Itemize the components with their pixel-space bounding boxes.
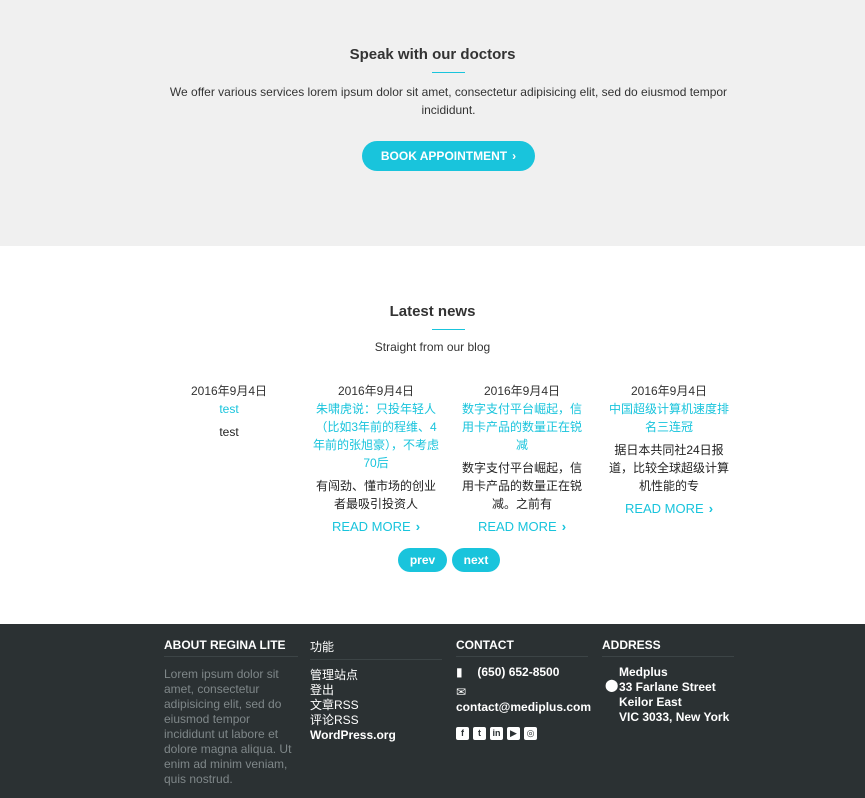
post-date: 2016年9月4日: [483, 384, 561, 398]
title-underline: [432, 329, 465, 330]
map-pin-icon: ⬤: [605, 678, 619, 692]
read-more-label: READ MORE: [477, 519, 557, 534]
footer-about: ABOUT REGINA LITE Lorem ipsum dolor sit …: [164, 638, 298, 787]
functions-links: 管理站点 登出 文章RSS 评论RSS WordPress.org: [310, 668, 442, 743]
youtube-icon[interactable]: ▶: [507, 727, 520, 740]
address-line: 33 Farlane Street: [619, 680, 716, 694]
prev-button[interactable]: prev: [398, 548, 447, 572]
contact-phone-row: ▮ (650) 652-8500: [456, 665, 588, 680]
footer-link-manage-site[interactable]: 管理站点: [310, 668, 442, 683]
read-more-label: READ MORE: [331, 519, 411, 534]
post-excerpt: 有闯劲、懂市场的创业者最吸引投资人: [315, 479, 436, 511]
footer-link-wordpress[interactable]: WordPress.org: [310, 728, 442, 743]
next-button[interactable]: next: [452, 548, 500, 572]
news-post: 2016年9月4日 中国超级计算机速度排名三连冠 据日本共同社24日报道，比较全…: [605, 382, 733, 518]
chevron-right-icon: ›: [415, 519, 421, 534]
post-date: 2016年9月4日: [337, 384, 415, 398]
chevron-right-icon: ›: [512, 149, 517, 163]
footer-heading: CONTACT: [456, 638, 588, 657]
footer-address: ADDRESS ⬤ Medplus 33 Farlane Street Keil…: [602, 638, 734, 725]
instagram-icon[interactable]: ◎: [524, 727, 537, 740]
post-excerpt: 据日本共同社24日报道，比较全球超级计算机性能的专: [608, 443, 729, 493]
contact-phone: (650) 652-8500: [477, 665, 560, 679]
footer-contact: CONTACT ▮ (650) 652-8500 ✉ contact@medip…: [456, 638, 591, 741]
chevron-right-icon: ›: [561, 519, 567, 534]
section-title: Latest news: [389, 303, 476, 320]
post-excerpt: 数字支付平台崛起，信用卡产品的数量正在锐减。之前有: [461, 461, 582, 511]
read-more-link[interactable]: READ MORE ›: [458, 518, 586, 536]
read-more-link[interactable]: READ MORE ›: [312, 518, 440, 536]
post-date: 2016年9月4日: [630, 384, 708, 398]
footer-link-comments-rss[interactable]: 评论RSS: [310, 713, 442, 728]
news-post: 2016年9月4日 test test: [165, 382, 293, 441]
linkedin-icon[interactable]: in: [490, 727, 503, 740]
read-more-label: READ MORE: [624, 501, 704, 516]
social-links: f t in ▶ ◎: [456, 723, 588, 741]
twitter-icon[interactable]: t: [473, 727, 486, 740]
post-title-link[interactable]: 中国超级计算机速度排名三连冠: [605, 400, 733, 436]
book-appointment-button[interactable]: BOOK APPOINTMENT ›: [362, 141, 535, 171]
footer-heading: 功能: [310, 638, 442, 660]
post-date: 2016年9月4日: [190, 384, 268, 398]
post-title-link[interactable]: test: [165, 400, 293, 418]
footer-heading: ADDRESS: [602, 638, 734, 657]
footer-functions: 功能 管理站点 登出 文章RSS 评论RSS WordPress.org: [310, 638, 442, 743]
post-title-link[interactable]: 朱啸虎说：只投年轻人（比如3年前的程维、4年前的张旭豪），不考虑70后: [312, 400, 440, 472]
about-text: Lorem ipsum dolor sit amet, consectetur …: [164, 667, 292, 786]
facebook-icon[interactable]: f: [456, 727, 469, 740]
address-line: Keilor East: [619, 695, 682, 709]
chevron-right-icon: ›: [708, 501, 714, 516]
phone-icon: ▮: [456, 665, 463, 679]
news-post: 2016年9月4日 朱啸虎说：只投年轻人（比如3年前的程维、4年前的张旭豪），不…: [312, 382, 440, 536]
post-excerpt: test: [219, 425, 239, 439]
site-footer: ABOUT REGINA LITE Lorem ipsum dolor sit …: [0, 624, 865, 798]
book-appointment-label: BOOK APPOINTMENT: [380, 149, 508, 163]
address-line: Medplus: [619, 665, 668, 679]
footer-link-posts-rss[interactable]: 文章RSS: [310, 698, 442, 713]
news-post: 2016年9月4日 数字支付平台崛起，信用卡产品的数量正在锐减 数字支付平台崛起…: [458, 382, 586, 536]
appointment-section: Speak with our doctors We offer various …: [0, 0, 865, 246]
section-title: Speak with our doctors: [349, 46, 516, 63]
footer-link-logout[interactable]: 登出: [310, 683, 442, 698]
envelope-icon: ✉: [456, 685, 467, 699]
contact-email[interactable]: contact@mediplus.com: [456, 700, 591, 715]
latest-news-section: Latest news Straight from our blog 2016年…: [0, 246, 865, 624]
footer-heading: ABOUT REGINA LITE: [164, 638, 298, 657]
section-description: We offer various services lorem ipsum do…: [169, 85, 728, 117]
section-subtitle: Straight from our blog: [374, 340, 491, 354]
address-line: VIC 3033, New York: [619, 710, 730, 724]
read-more-link[interactable]: READ MORE ›: [605, 500, 733, 518]
title-underline: [432, 72, 465, 73]
contact-email-row: ✉ contact@mediplus.com: [456, 685, 591, 715]
post-title-link[interactable]: 数字支付平台崛起，信用卡产品的数量正在锐减: [458, 400, 586, 454]
address-block: ⬤ Medplus 33 Farlane Street Keilor East …: [602, 665, 734, 725]
